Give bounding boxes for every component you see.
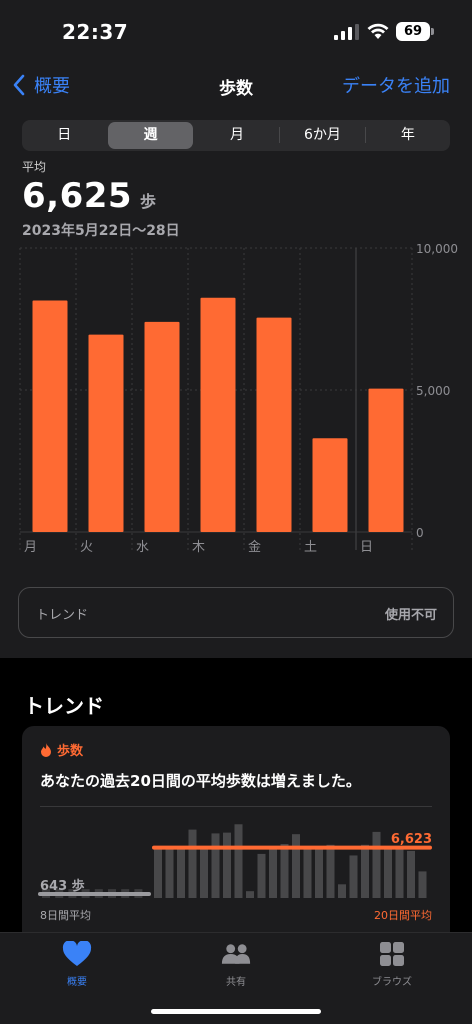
recent-period-bar xyxy=(349,855,358,898)
trend-card-message: あなたの過去20日間の平均歩数は増えました。 xyxy=(40,772,361,790)
people-icon xyxy=(221,944,251,964)
recent-period-bar xyxy=(326,844,335,898)
x-tick-label: 木 xyxy=(192,540,205,555)
recent-period-bar xyxy=(234,824,243,898)
tab-sharing-label: 共有 xyxy=(226,977,246,988)
steps-panel: 日 週 月 6か月 年 平均 6,625 歩 2023年5月22日〜28日 10… xyxy=(0,110,472,658)
segment-week[interactable]: 週 xyxy=(108,122,193,149)
bar-1 xyxy=(32,300,68,532)
status-bar: 22:37 69 xyxy=(0,0,472,64)
battery-level: 69 xyxy=(396,22,430,41)
tab-browse-label: ブラウズ xyxy=(372,977,412,988)
trend-row-value: 使用不可 xyxy=(384,608,437,623)
x-tick-label: 火 xyxy=(80,540,93,555)
trend-current-label: 20日間平均 xyxy=(374,909,432,922)
trend-row[interactable]: トレンド 使用不可 xyxy=(18,587,454,638)
recent-period-bar xyxy=(384,847,392,898)
bar-5 xyxy=(256,317,292,532)
period-segmented-control: 日 週 月 6か月 年 xyxy=(22,120,450,151)
y-tick-label: 10,000 xyxy=(416,244,458,256)
average-value: 6,625 xyxy=(22,176,133,216)
bar-4 xyxy=(200,297,236,532)
recent-period-bar xyxy=(200,847,208,898)
recent-period-bar xyxy=(165,847,174,898)
trend-card-header: 歩数 xyxy=(40,740,83,759)
home-indicator xyxy=(151,1009,321,1014)
steps-trend-card[interactable]: 歩数 あなたの過去20日間の平均歩数は増えました。 643 歩 6,623 8日… xyxy=(22,726,450,940)
recent-period-bar xyxy=(177,847,185,898)
trend-prev-value: 643 歩 xyxy=(40,879,85,894)
recent-period-bar xyxy=(280,844,289,898)
trend-prev-label: 8日間平均 xyxy=(40,909,91,922)
x-tick-label: 日 xyxy=(360,540,373,555)
segment-year[interactable]: 年 xyxy=(366,120,450,151)
segment-month[interactable]: 月 xyxy=(195,120,279,151)
recent-period-bar xyxy=(211,833,220,898)
bar-7 xyxy=(368,388,404,532)
recent-period-bar xyxy=(246,891,254,898)
trend-card-category: 歩数 xyxy=(57,744,84,759)
recent-period-bar xyxy=(292,834,300,898)
recent-period-bar xyxy=(395,847,404,898)
tab-summary[interactable]: 概要 xyxy=(32,941,122,988)
recent-period-bar xyxy=(257,853,266,898)
x-tick-label: 土 xyxy=(304,540,317,555)
x-tick-label: 月 xyxy=(24,540,37,555)
add-data-button[interactable]: データを追加 xyxy=(342,72,450,98)
recent-period-bar xyxy=(407,850,415,898)
x-tick-label: 水 xyxy=(136,540,149,555)
recent-period-bar xyxy=(269,847,277,898)
weekly-steps-chart[interactable]: 10,000 5,000 0 月 火 水 木 金 土 日 xyxy=(0,244,472,564)
bar-2 xyxy=(88,334,124,532)
recent-period-bar xyxy=(188,829,197,898)
flame-icon xyxy=(41,742,51,757)
segment-6-months[interactable]: 6か月 xyxy=(280,120,364,151)
nav-bar: 概要 歩数 データを追加 xyxy=(0,64,472,110)
trend-card-separator xyxy=(40,806,432,807)
y-tick-label: 5,000 xyxy=(416,384,450,398)
wifi-icon xyxy=(367,23,389,39)
segment-day[interactable]: 日 xyxy=(22,120,106,151)
date-range: 2023年5月22日〜28日 xyxy=(22,223,180,239)
y-tick-label: 0 xyxy=(416,526,424,540)
bar-6 xyxy=(312,438,348,532)
recent-period-bar xyxy=(372,831,381,898)
trend-row-label: トレンド xyxy=(36,608,89,623)
average-label: 平均 xyxy=(22,160,47,174)
tab-browse[interactable]: ブラウズ xyxy=(347,941,437,988)
recent-period-bar xyxy=(223,832,231,898)
bar-3 xyxy=(144,321,180,532)
recent-period-bar xyxy=(154,847,162,898)
trends-section-title: トレンド xyxy=(24,694,104,718)
tab-sharing[interactable]: 共有 xyxy=(191,941,281,988)
recent-period-bar xyxy=(315,846,323,898)
average-value-row: 6,625 歩 xyxy=(22,176,156,216)
heart-icon xyxy=(62,941,92,966)
recent-period-bar xyxy=(418,871,427,898)
battery-tip xyxy=(431,28,434,35)
status-time: 22:37 xyxy=(62,20,129,44)
grid-icon xyxy=(380,942,404,966)
tab-summary-label: 概要 xyxy=(67,977,87,988)
cellular-signal-icon xyxy=(334,24,359,40)
average-unit: 歩 xyxy=(140,192,157,211)
recent-period-bar xyxy=(361,844,369,898)
recent-period-bar xyxy=(303,847,312,898)
x-tick-label: 金 xyxy=(248,539,261,555)
trend-current-value: 6,623 xyxy=(390,832,432,847)
recent-period-bar xyxy=(338,884,346,898)
